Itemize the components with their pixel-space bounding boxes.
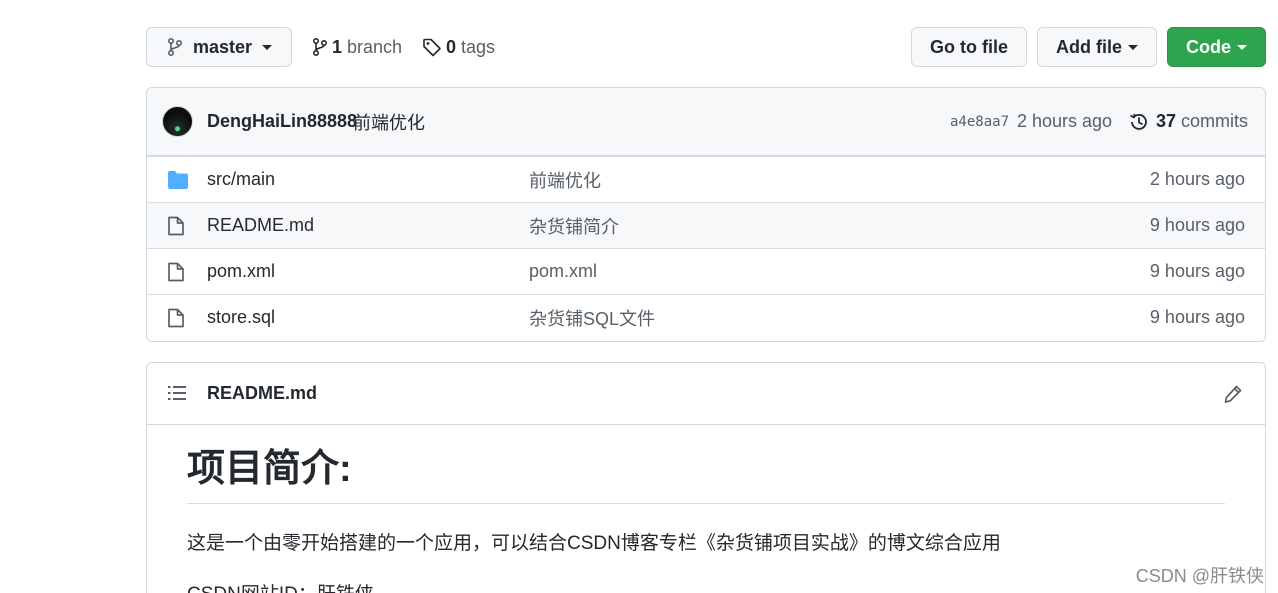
pencil-icon[interactable] [1223,384,1243,404]
add-file-label: Add file [1056,36,1122,57]
tags-link[interactable]: 0 tags [422,27,495,67]
readme-header: README.md [147,363,1265,425]
repo-toolbar: master 1 branch 0 tags Go to file Add fi… [146,27,1266,67]
commit-message[interactable]: 前端优化 [353,109,425,135]
latest-commit-bar: DengHaiLin88888 前端优化 a4e8aa7 2 hours ago… [147,88,1265,156]
readme-paragraph: 这是一个由零开始搭建的一个应用，可以结合CSDN博客专栏《杂货铺项目实战》的博文… [187,532,1001,554]
file-time: 9 hours ago [1149,261,1245,281]
tag-icon [423,38,441,57]
readme-paragraph: CSDN网站ID：肝铁侠 [187,579,1225,593]
file-row[interactable]: pom.xml pom.xml 9 hours ago [147,248,1265,294]
file-commit-message[interactable]: 前端优化 [529,167,601,193]
file-name[interactable]: README.md [207,215,314,236]
commit-count-label: commits [1181,111,1249,131]
file-icon [168,308,184,328]
readme-heading: 项目简介: [187,447,1225,504]
chevron-down-icon [1237,44,1247,50]
chevron-down-icon [262,44,273,50]
file-commit-message[interactable]: pom.xml [529,261,597,282]
file-commit-message[interactable]: 杂货铺SQL文件 [529,305,655,331]
commit-sha[interactable]: a4e8aa7 [950,114,1009,130]
branches-link[interactable]: 1 branch [312,27,402,67]
file-row[interactable]: README.md 杂货铺简介 9 hours ago [147,202,1265,248]
file-commit-message[interactable]: 杂货铺简介 [529,213,619,239]
readme-filename[interactable]: README.md [207,383,317,404]
repo-page: master 1 branch 0 tags Go to file Add fi… [0,0,1278,593]
list-icon[interactable] [167,384,187,402]
git-branch-icon [168,38,183,56]
go-to-file-button[interactable]: Go to file [911,27,1027,67]
file-row[interactable]: store.sql 杂货铺SQL文件 9 hours ago [147,294,1265,340]
branch-selector-button[interactable]: master [146,27,292,67]
folder-icon [168,171,188,189]
file-icon [168,216,184,236]
history-icon [1130,113,1147,130]
tag-label: tags [461,36,496,57]
file-name[interactable]: pom.xml [207,261,275,282]
commit-author[interactable]: DengHaiLin88888 [207,111,357,132]
file-row[interactable]: src/main 前端优化 2 hours ago [147,156,1265,202]
branch-name: master [193,36,253,57]
add-file-button[interactable]: Add file [1037,27,1157,67]
chevron-down-icon [1128,44,1138,50]
readme-content: 项目简介: 这是一个由零开始搭建的一个应用，可以结合CSDN博客专栏《杂货铺项目… [187,425,1225,593]
file-time: 2 hours ago [1149,169,1245,189]
commit-time: 2 hours ago [1017,111,1113,131]
code-button[interactable]: Code [1167,27,1266,67]
branch-count: 1 [332,36,343,57]
avatar[interactable] [162,106,193,137]
file-browser: DengHaiLin88888 前端优化 a4e8aa7 2 hours ago… [146,87,1266,342]
watermark: CSDN @肝铁侠 [1135,566,1264,586]
git-branch-icon [313,38,328,56]
file-name[interactable]: store.sql [207,307,275,328]
code-label: Code [1186,36,1231,57]
readme-panel: README.md 项目简介: 这是一个由零开始搭建的一个应用，可以结合CSDN… [146,362,1266,593]
commit-count: 37 [1156,111,1177,131]
tag-count: 0 [446,36,457,57]
file-icon [168,262,184,282]
file-time: 9 hours ago [1149,215,1245,235]
branch-label: branch [347,36,403,57]
commits-link[interactable]: 37 commits [1128,111,1248,133]
go-to-file-label: Go to file [930,36,1008,57]
file-name[interactable]: src/main [207,169,275,190]
file-time: 9 hours ago [1149,307,1245,327]
